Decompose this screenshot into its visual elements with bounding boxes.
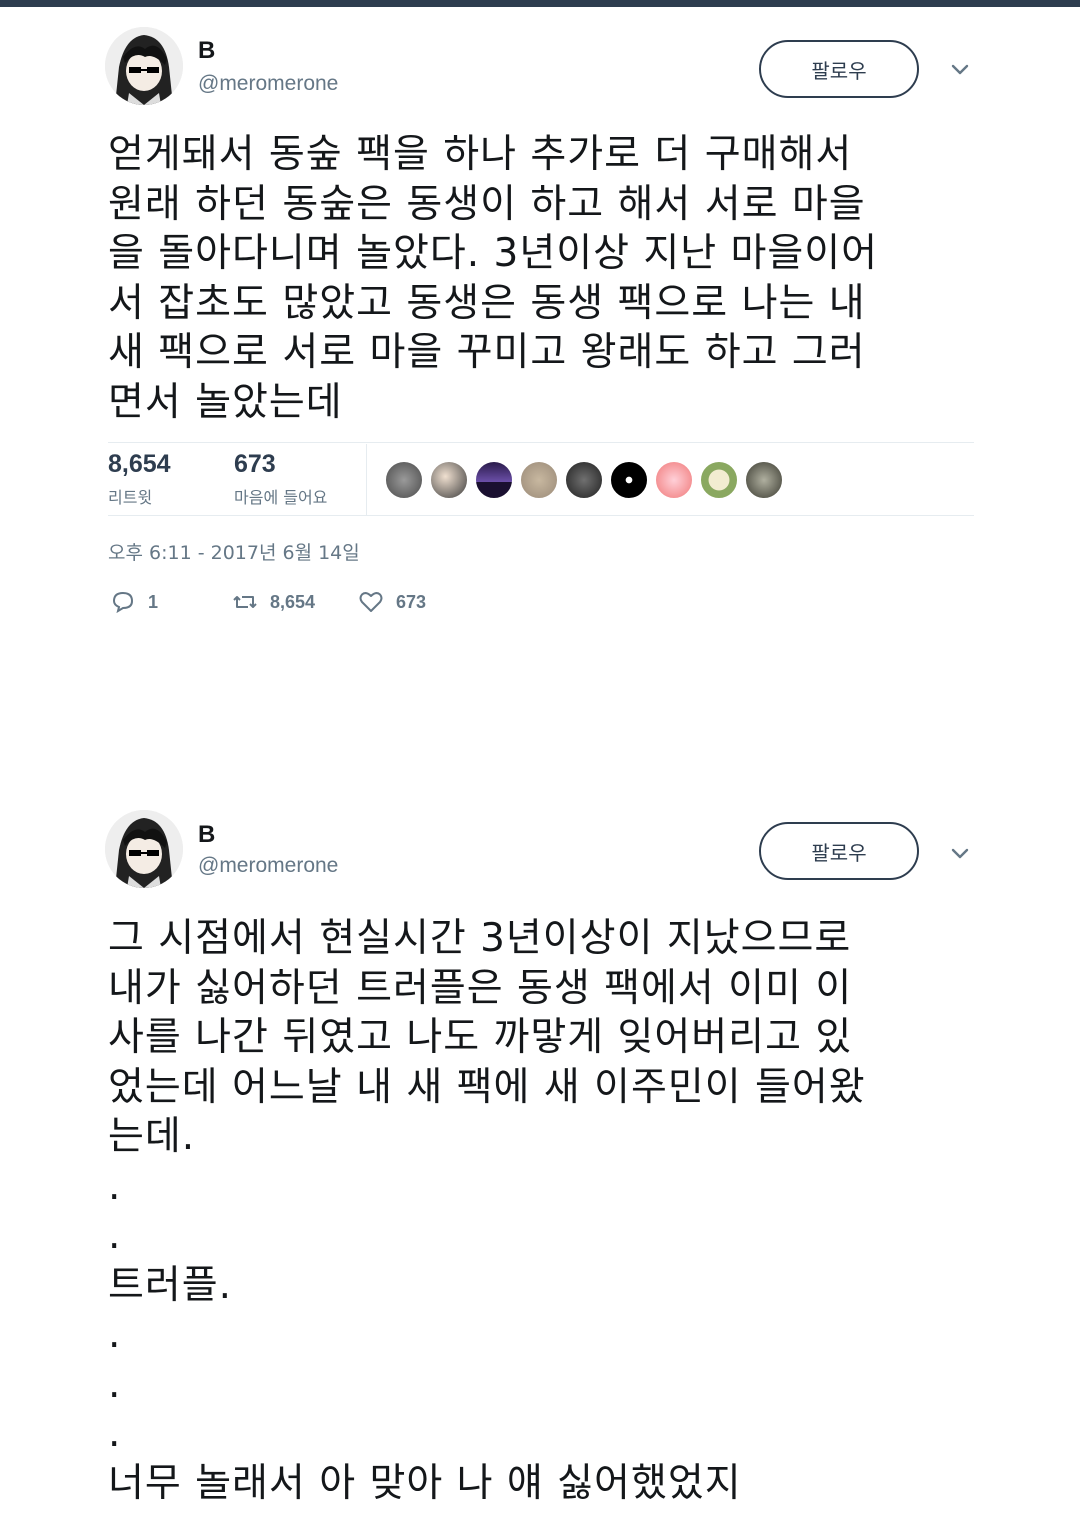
liker-avatar[interactable] (474, 460, 514, 500)
follow-button[interactable]: 팔로우 (759, 822, 919, 880)
author-name[interactable]: B (198, 37, 215, 65)
retweet-count[interactable]: 8,654 (108, 450, 171, 479)
author-handle[interactable]: @meromerone (198, 854, 338, 878)
liker-avatar[interactable] (384, 460, 424, 500)
liker-avatar[interactable] (654, 460, 694, 500)
retweet-action[interactable]: 8,654 (232, 589, 315, 615)
retweet-label: 리트윗 (108, 488, 153, 507)
like-count[interactable]: 673 (234, 450, 276, 479)
retweet-icon (233, 596, 257, 608)
author-name[interactable]: B (198, 821, 215, 849)
chevron-down-icon[interactable] (946, 56, 974, 84)
stats-separator (366, 444, 367, 516)
tweet-timestamp[interactable]: 오후 6:11 - 2017년 6월 14일 (108, 538, 360, 565)
follow-button[interactable]: 팔로우 (759, 40, 919, 98)
liker-avatar[interactable] (744, 460, 784, 500)
divider (108, 442, 974, 443)
author-handle[interactable]: @meromerone (198, 72, 338, 96)
liker-avatar[interactable] (429, 460, 469, 500)
heart-icon (359, 592, 383, 612)
liker-avatar[interactable] (609, 460, 649, 500)
tweet-text: 얻게돼서 동숲 팩을 하나 추가로 더 구매해서 원래 하던 동숲은 동생이 하… (108, 132, 879, 425)
like-label: 마음에 들어요 (234, 488, 328, 507)
reply-count: 1 (148, 591, 159, 612)
reply-icon (112, 591, 134, 614)
divider (108, 515, 974, 516)
liker-avatar[interactable] (699, 460, 739, 500)
reply-action[interactable]: 1 (110, 589, 158, 615)
avatar[interactable] (105, 810, 183, 888)
like-action-count: 673 (396, 591, 427, 612)
tweet-text: 그 시점에서 현실시간 3년이상이 지났으므로 내가 싫어하던 트러플은 동생 … (108, 916, 866, 1506)
retweet-action-count: 8,654 (270, 591, 316, 612)
like-action[interactable]: 673 (358, 589, 426, 615)
liker-avatar[interactable] (519, 460, 559, 500)
liker-avatar[interactable] (564, 460, 604, 500)
chevron-down-icon[interactable] (946, 840, 974, 868)
tweet-1: B @meromerone 팔로우 얻게돼서 동숲 팩을 하나 추가로 더 구매… (0, 0, 1080, 640)
avatar[interactable] (105, 27, 183, 105)
tweet-2: B @meromerone 팔로우 그 시점에서 현실시간 3년이상이 지났으므… (0, 780, 1080, 1516)
